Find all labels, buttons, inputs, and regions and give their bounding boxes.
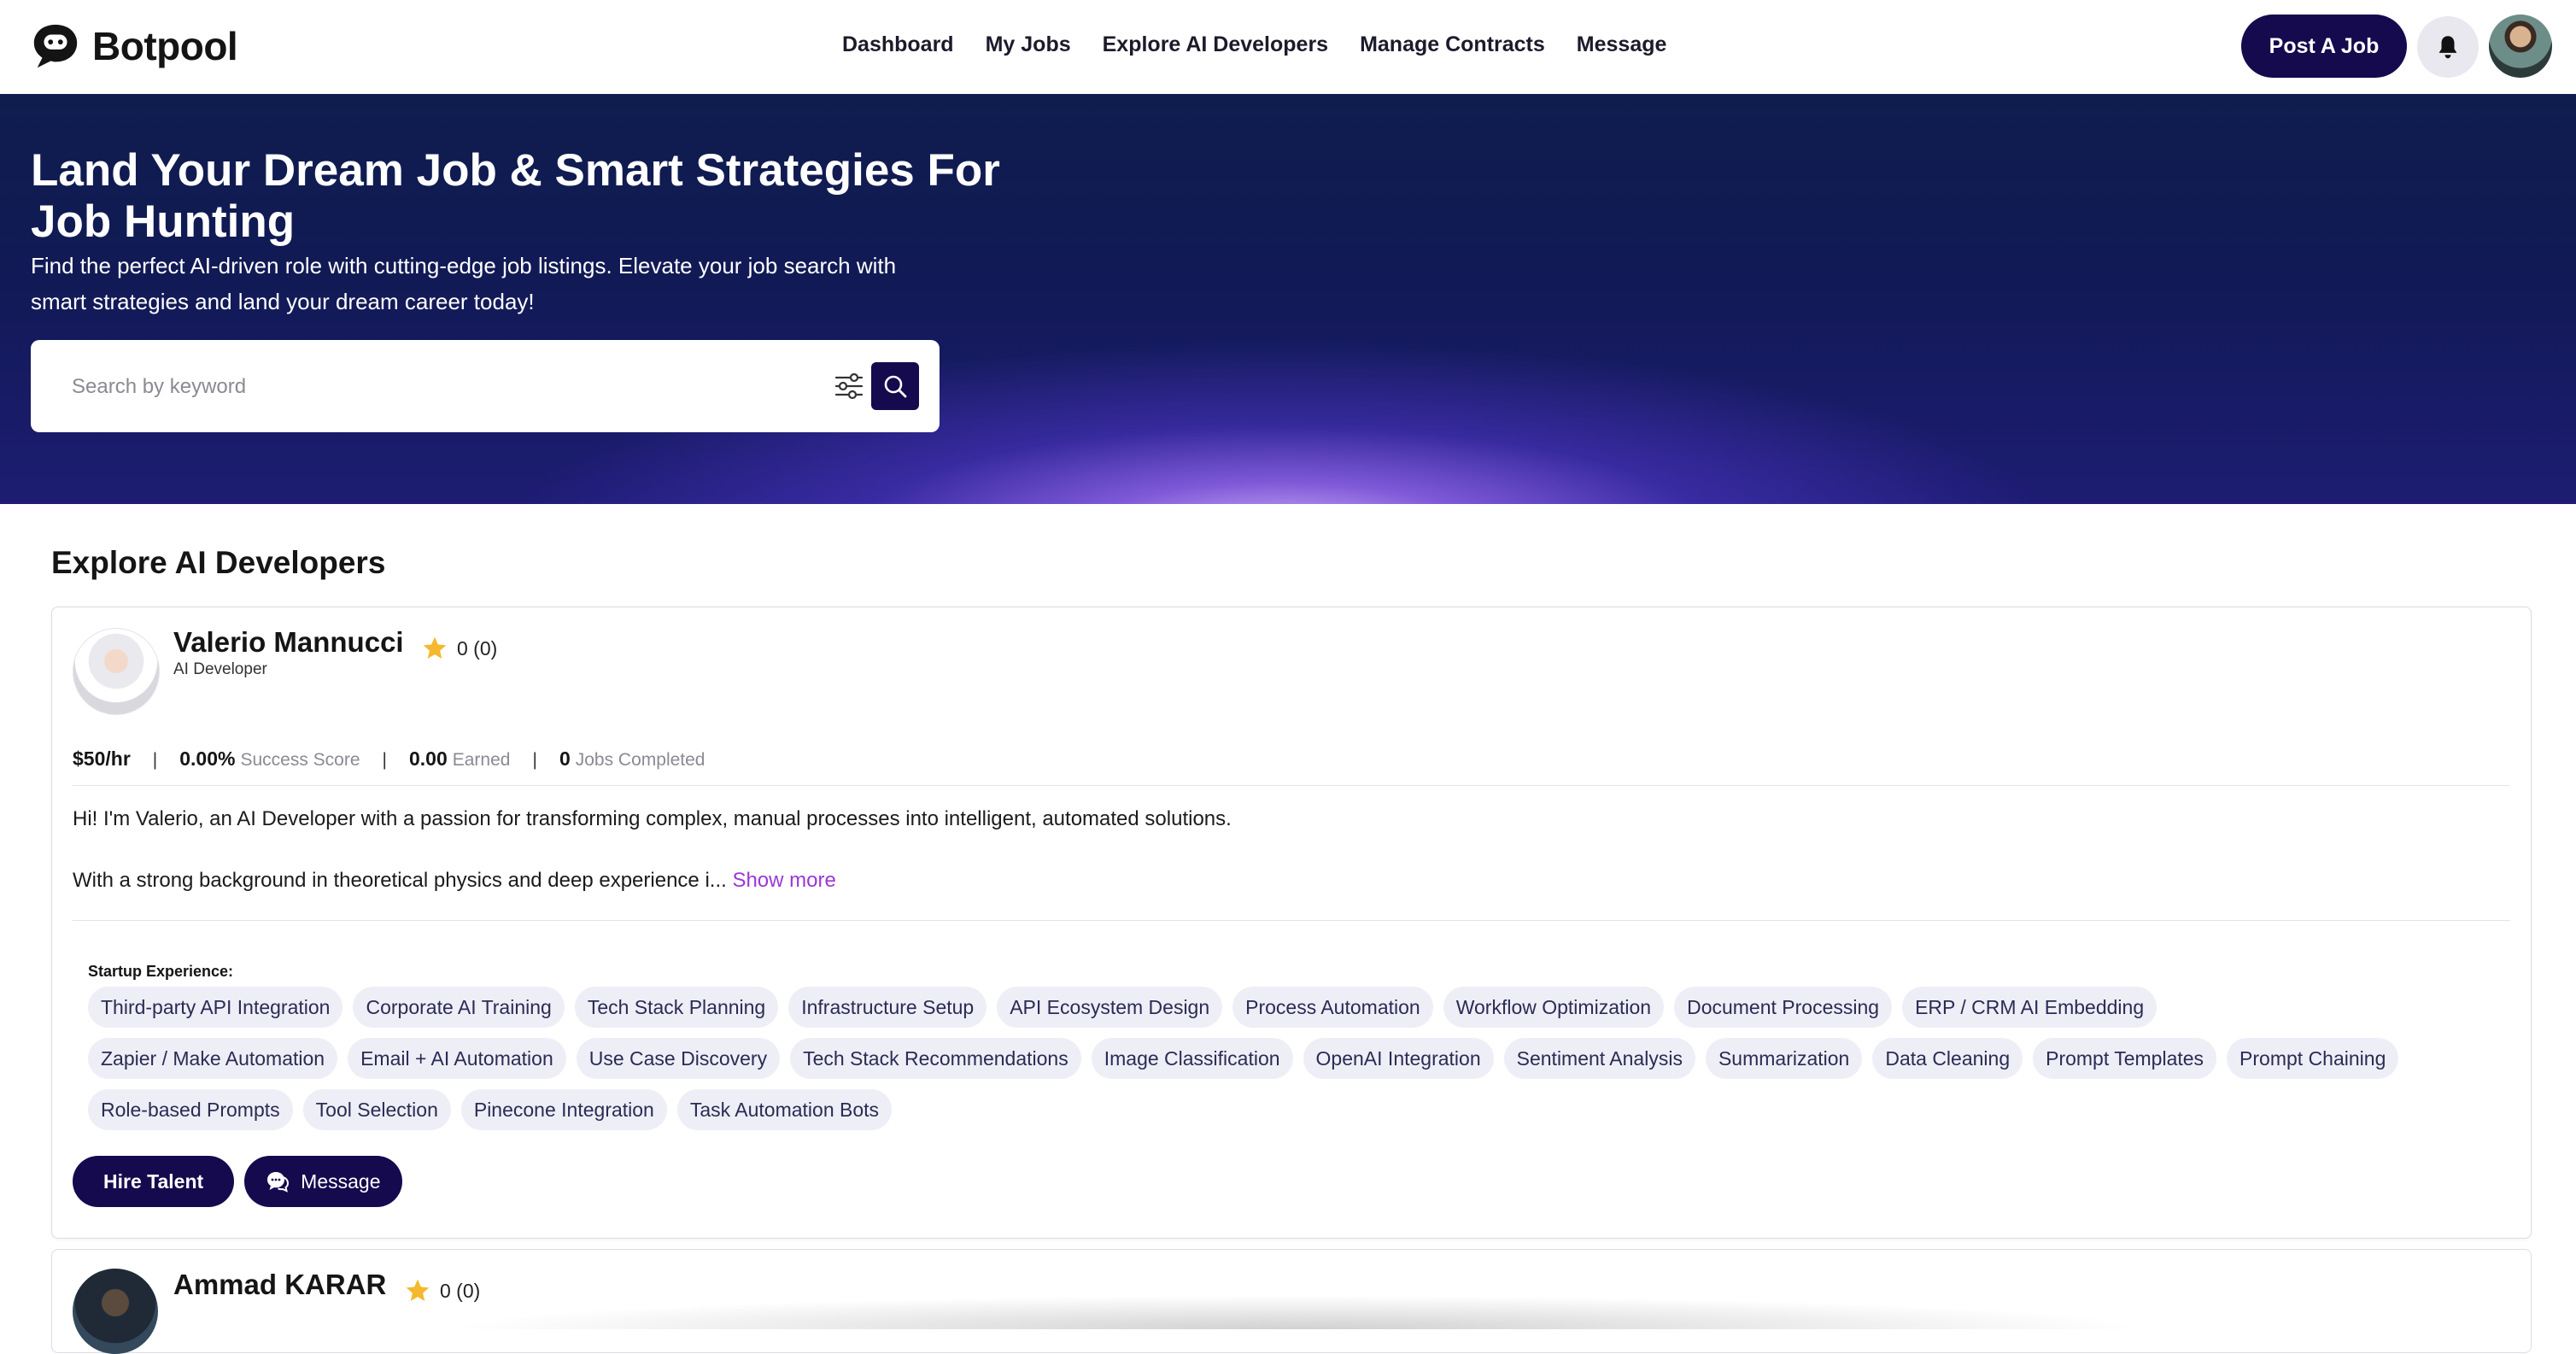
- show-more-link[interactable]: Show more: [732, 869, 835, 892]
- card-divider: [73, 920, 2510, 921]
- skill-chip[interactable]: Process Automation: [1232, 987, 1433, 1028]
- hire-talent-button[interactable]: Hire Talent: [73, 1156, 235, 1207]
- developer-avatar[interactable]: [73, 1269, 158, 1354]
- card-divider: [73, 785, 2510, 786]
- section-title: Explore AI Developers: [51, 545, 386, 580]
- skill-chip[interactable]: Role-based Prompts: [88, 1089, 293, 1130]
- nav-explore-ai-developers[interactable]: Explore AI Developers: [1103, 32, 1328, 57]
- developer-stats: $50/hr | 0.00% Success Score | 0.00 Earn…: [73, 747, 705, 771]
- skills-list: Third-party API Integration Corporate AI…: [88, 987, 2497, 1140]
- chat-icon: [267, 1172, 290, 1193]
- skills-row: Third-party API Integration Corporate AI…: [88, 987, 2497, 1028]
- skill-chip[interactable]: Tool Selection: [302, 1089, 451, 1130]
- scroll-shadow: [444, 1295, 2152, 1329]
- skill-chip[interactable]: Task Automation Bots: [676, 1089, 893, 1130]
- brand-logo[interactable]: Botpool: [29, 21, 238, 72]
- skill-chip[interactable]: ERP / CRM AI Embedding: [1902, 987, 2157, 1028]
- skill-chip[interactable]: Corporate AI Training: [353, 987, 565, 1028]
- search-input[interactable]: [70, 369, 825, 405]
- skill-chip[interactable]: Pinecone Integration: [460, 1089, 667, 1130]
- skill-chip[interactable]: Prompt Templates: [2033, 1038, 2217, 1079]
- skill-chip[interactable]: Tech Stack Recommendations: [790, 1038, 1081, 1079]
- main-nav: Dashboard My Jobs Explore AI Developers …: [842, 32, 1698, 57]
- jobs-completed-label: Jobs Completed: [575, 750, 705, 770]
- skill-chip[interactable]: Email + AI Automation: [348, 1038, 566, 1079]
- search-button[interactable]: [871, 362, 919, 410]
- message-button-label: Message: [301, 1169, 381, 1193]
- hero-subtitle: Find the perfect AI-driven role with cut…: [31, 253, 897, 314]
- bio-truncated-text: With a strong background in theoretical …: [73, 869, 727, 892]
- botpool-logo-icon: [33, 24, 78, 68]
- skill-chip[interactable]: Workflow Optimization: [1443, 987, 1665, 1028]
- star-icon: [423, 636, 447, 659]
- rating-value: 0 (0): [457, 636, 498, 659]
- hero-banner: Land Your Dream Job & Smart Strategies F…: [0, 94, 2576, 504]
- search-bar: [31, 340, 940, 432]
- skills-row: Role-based Prompts Tool Selection Pineco…: [88, 1089, 2497, 1130]
- skill-chip[interactable]: Summarization: [1705, 1038, 1863, 1079]
- stat-separator: |: [532, 750, 537, 770]
- developer-bio-line2: With a strong background in theoretical …: [73, 869, 836, 893]
- skill-chip[interactable]: API Ecosystem Design: [997, 987, 1223, 1028]
- skill-chip[interactable]: Document Processing: [1674, 987, 1893, 1028]
- notifications-button[interactable]: [2417, 16, 2479, 78]
- success-score-value: 0.00%: [179, 747, 236, 770]
- developer-card: Valerio Mannucci AI Developer 0 (0) $50/…: [51, 607, 2532, 1239]
- nav-my-jobs[interactable]: My Jobs: [986, 32, 1071, 57]
- skills-row: Zapier / Make Automation Email + AI Auto…: [88, 1038, 2497, 1079]
- nav-message[interactable]: Message: [1577, 32, 1667, 57]
- skill-chip[interactable]: Zapier / Make Automation: [88, 1038, 338, 1079]
- brand-name: Botpool: [92, 24, 238, 68]
- developer-role: AI Developer: [173, 660, 267, 678]
- star-icon: [406, 1279, 430, 1301]
- post-job-button[interactable]: Post A Job: [2241, 15, 2407, 78]
- earned-value: 0.00: [408, 747, 448, 770]
- bell-icon: [2438, 36, 2457, 59]
- user-avatar[interactable]: [2489, 15, 2552, 78]
- nav-manage-contracts[interactable]: Manage Contracts: [1360, 32, 1545, 57]
- search-icon: [884, 375, 907, 398]
- top-navbar: Botpool Dashboard My Jobs Explore AI Dev…: [0, 0, 2576, 95]
- skill-chip[interactable]: Data Cleaning: [1872, 1038, 2023, 1079]
- nav-dashboard[interactable]: Dashboard: [842, 32, 954, 57]
- skill-chip[interactable]: Infrastructure Setup: [788, 987, 987, 1028]
- skill-chip[interactable]: Tech Stack Planning: [574, 987, 779, 1028]
- developer-name[interactable]: Ammad KARAR: [173, 1269, 386, 1301]
- stat-separator: |: [382, 750, 387, 770]
- skills-label: Startup Experience:: [88, 963, 234, 980]
- skill-chip[interactable]: Image Classification: [1091, 1038, 1293, 1079]
- card-actions: Hire Talent Message: [73, 1156, 403, 1207]
- skill-chip[interactable]: Third-party API Integration: [88, 987, 343, 1028]
- message-button[interactable]: Message: [244, 1156, 403, 1207]
- success-score-label: Success Score: [240, 750, 360, 770]
- developer-rating: 0 (0): [421, 635, 497, 662]
- developer-bio-line1: Hi! I'm Valerio, an AI Developer with a …: [73, 807, 1232, 830]
- filter-icon[interactable]: [832, 369, 866, 403]
- jobs-completed-value: 0: [559, 747, 571, 770]
- skill-chip[interactable]: Sentiment Analysis: [1503, 1038, 1695, 1079]
- hero-title: Land Your Dream Job & Smart Strategies F…: [31, 145, 1000, 247]
- stat-separator: |: [152, 750, 158, 770]
- skill-chip[interactable]: Use Case Discovery: [576, 1038, 781, 1079]
- hourly-rate: $50/hr: [73, 747, 131, 770]
- skill-chip[interactable]: OpenAI Integration: [1303, 1038, 1494, 1079]
- earned-label: Earned: [452, 750, 511, 770]
- skill-chip[interactable]: Prompt Chaining: [2227, 1038, 2399, 1079]
- developer-name[interactable]: Valerio Mannucci: [173, 626, 404, 659]
- developer-avatar[interactable]: [73, 628, 160, 715]
